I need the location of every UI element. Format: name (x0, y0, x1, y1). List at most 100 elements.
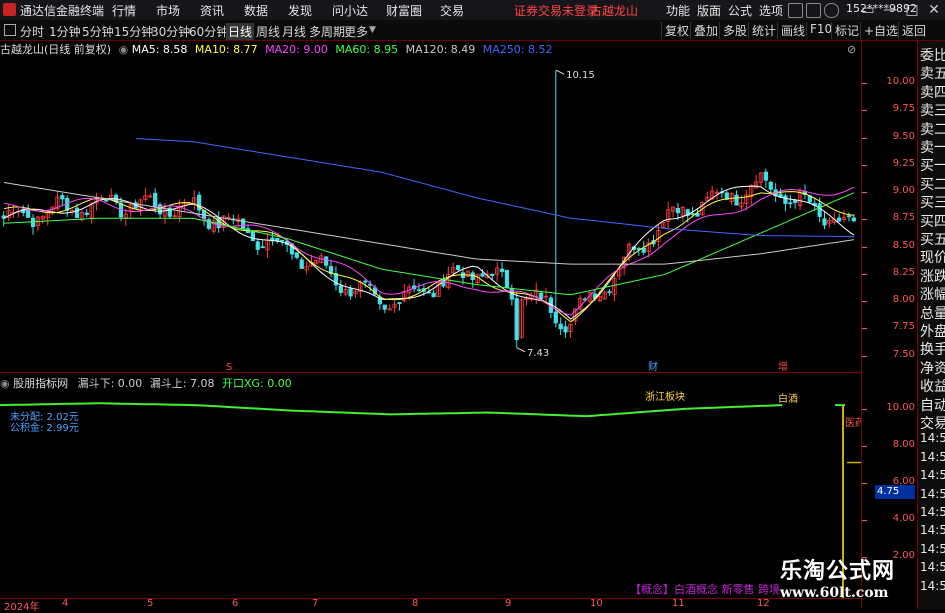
y-tick-mark (862, 301, 867, 303)
maximize-icon[interactable]: □ (901, 0, 923, 20)
period-30min[interactable]: 30分钟 (151, 23, 190, 40)
quote-panel-item[interactable]: 总量 (920, 303, 945, 323)
quote-panel-item[interactable]: 14:56 (920, 450, 945, 470)
indicator-lower: 漏斗下: 0.00 (77, 377, 143, 390)
quote-panel-item[interactable]: 14:56 (920, 560, 945, 580)
quote-panel-item[interactable]: 涨幅 (920, 284, 945, 304)
indicator-title[interactable]: 股朋指标网 (13, 377, 68, 390)
candle-body (397, 302, 402, 304)
btn-biaoji[interactable]: 标记 (831, 22, 859, 39)
quote-panel-item[interactable]: 自动 (920, 395, 945, 415)
message-icon[interactable] (806, 3, 821, 18)
btn-fuquan[interactable]: 复权 (661, 22, 689, 39)
quote-panel-item[interactable]: 收益 (920, 376, 945, 396)
candle-body (690, 213, 695, 215)
more-chevron-icon[interactable]: ▼ (369, 25, 376, 35)
quote-panel-item[interactable]: 净资 (920, 358, 945, 378)
quote-panel-item[interactable]: 卖一 (920, 137, 945, 157)
minimize-icon[interactable]: — (879, 0, 901, 20)
quote-panel-item[interactable]: 涨跌 (920, 266, 945, 286)
period-1min[interactable]: 1分钟 (49, 23, 81, 40)
ind-y-tick-mark (862, 408, 867, 410)
indicator-label: 浙江板块 (645, 390, 685, 403)
quote-panel-item[interactable]: 卖二 (920, 119, 945, 139)
trade-status[interactable]: 证券交易未登录 (514, 2, 598, 19)
settings-dot-icon[interactable]: ◉ (119, 43, 129, 56)
candle-body (504, 269, 510, 288)
btn-diejia[interactable]: 叠加 (690, 22, 718, 39)
menu-zixun[interactable]: 资讯 (200, 2, 224, 19)
period-monthly[interactable]: 月线 (282, 23, 306, 40)
quote-panel-item[interactable]: 买四 (920, 211, 945, 231)
close-pane-icon[interactable]: ⊘ (847, 43, 856, 56)
quote-panel-item[interactable]: 卖五 (920, 63, 945, 83)
restore-icon[interactable]: ▭ (857, 0, 879, 20)
btn-add-favorite[interactable]: +自选 (860, 22, 898, 39)
y-tick-mark (862, 328, 867, 330)
quote-panel-item[interactable]: 现价 (920, 247, 945, 267)
indicator-settings-icon[interactable]: ◉ (0, 377, 10, 390)
concept-bar[interactable]: 【概念】白酒概念 新零售 跨境 (630, 581, 780, 597)
btn-back[interactable]: 返回 (898, 22, 940, 39)
quote-panel-item[interactable]: 交易 (920, 413, 945, 433)
quote-panel-item[interactable]: 14:56 (920, 431, 945, 451)
quote-panel-item[interactable]: 卖三 (920, 100, 945, 120)
quote-panel-item[interactable]: 买五 (920, 229, 945, 249)
period-menu-icon[interactable] (4, 24, 16, 36)
quote-panel-item[interactable]: 14:56 (920, 542, 945, 562)
menu-gongshi[interactable]: 公式 (728, 2, 752, 19)
y-tick-label: 9.25 (892, 157, 915, 169)
y-tick-label: 8.25 (892, 266, 915, 278)
period-5min[interactable]: 5分钟 (82, 23, 114, 40)
ind-y-tick-label: 8.00 (892, 438, 915, 450)
skin-icon[interactable] (824, 3, 839, 18)
info-reserve: 公积金: 2.99元 (10, 423, 79, 434)
quote-panel-item[interactable]: 14:56 (920, 579, 945, 599)
btn-duogu[interactable]: 多股 (719, 22, 747, 39)
menu-caifuquan[interactable]: 财富圈 (386, 2, 422, 19)
menu-hangqing[interactable]: 行情 (112, 2, 136, 19)
user-icon[interactable] (788, 3, 803, 18)
period-more[interactable]: 更多 (344, 23, 368, 40)
quote-panel-item[interactable]: 14:56 (920, 487, 945, 507)
candle-body (788, 202, 793, 205)
period-multi[interactable]: 多周期 (309, 23, 345, 40)
period-daily[interactable]: 日线 (226, 23, 255, 40)
menu-faxian[interactable]: 发现 (288, 2, 312, 19)
pane-divider (0, 372, 861, 373)
period-fenshi[interactable]: 分时 (20, 23, 44, 40)
btn-f10[interactable]: F10 (806, 22, 832, 36)
btn-huaxian[interactable]: 画线 (777, 22, 805, 39)
quote-panel-item[interactable]: 14:56 (920, 523, 945, 543)
quote-panel-item[interactable]: 买一 (920, 155, 945, 175)
quote-panel-item[interactable]: 委比 (920, 45, 945, 65)
btn-tongji[interactable]: 统计 (748, 22, 776, 39)
quote-panel-item[interactable]: 换手 (920, 339, 945, 359)
menu-shuju[interactable]: 数据 (244, 2, 268, 19)
period-weekly[interactable]: 周线 (256, 23, 280, 40)
event-marker: 财 (648, 360, 658, 372)
candle-body (734, 194, 739, 206)
menu-xuanxiang[interactable]: 选项 (759, 2, 783, 19)
kline-chart[interactable]: 10.15 7.43 S 财 增 (0, 56, 861, 372)
quote-panel-item[interactable]: 14:56 (920, 468, 945, 488)
indicator-chart[interactable]: 浙江板块 白酒医药商 (0, 390, 861, 598)
menu-shichang[interactable]: 市场 (156, 2, 180, 19)
menu-wenxiaoda[interactable]: 问小达 (332, 2, 368, 19)
current-stock-name: 古越龙山 (590, 4, 639, 18)
candle-body (675, 207, 681, 214)
quote-panel-item[interactable]: 买二 (920, 174, 945, 194)
high-pointer (555, 69, 565, 75)
indicator-info: 未分配: 2.02元 公积金: 2.99元 (10, 412, 79, 434)
quote-panel-item[interactable]: 买三 (920, 192, 945, 212)
menu-gongneng[interactable]: 功能 (666, 2, 690, 19)
x-tick-label: 8 (412, 598, 419, 609)
menu-banmian[interactable]: 版面 (697, 2, 721, 19)
menu-jiaoyi[interactable]: 交易 (440, 2, 464, 19)
period-60min[interactable]: 60分钟 (189, 23, 228, 40)
quote-panel-item[interactable]: 14:56 (920, 505, 945, 525)
quote-panel-item[interactable]: 外盘 (920, 321, 945, 341)
close-icon[interactable]: ✕ (923, 0, 945, 20)
quote-panel-item[interactable]: 卖四 (920, 82, 945, 102)
period-15min[interactable]: 15分钟 (114, 23, 153, 40)
